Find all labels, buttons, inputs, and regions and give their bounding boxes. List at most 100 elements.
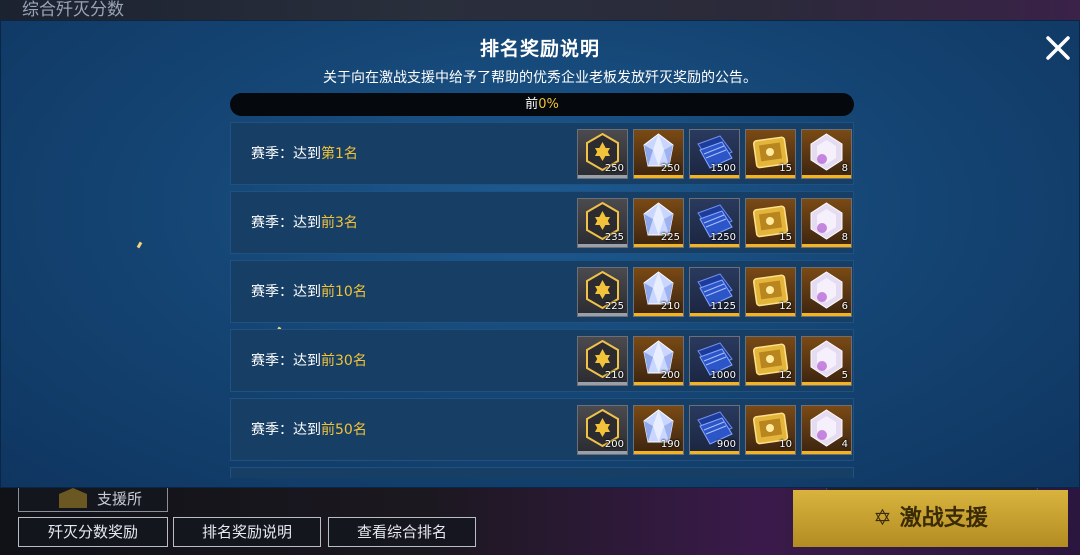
reward-item[interactable]: 225 xyxy=(577,267,628,317)
reward-items: 200 190 900 10 4 xyxy=(577,405,852,455)
season-label: 赛季：达到 xyxy=(251,215,321,231)
reward-item[interactable]: 190 xyxy=(633,405,684,455)
rank-percent-bar: 前0% xyxy=(230,93,854,116)
tab-ranking-reward-info[interactable]: 排名奖励说明 xyxy=(173,517,321,547)
rank-percent-value: 0% xyxy=(538,97,559,112)
reward-quantity: 900 xyxy=(716,439,736,450)
reward-item[interactable]: 250 xyxy=(633,129,684,179)
reward-quantity: 1125 xyxy=(710,301,736,312)
rarity-bar xyxy=(802,175,851,178)
reward-item[interactable]: 1125 xyxy=(689,267,740,317)
reward-item[interactable]: 1500 xyxy=(689,129,740,179)
reward-row-partial xyxy=(230,467,854,478)
star-badge-icon: ✡ xyxy=(873,506,892,531)
reward-quantity: 1250 xyxy=(710,232,736,243)
reward-items: 225 210 1125 12 6 xyxy=(577,267,852,317)
rarity-bar xyxy=(690,451,739,454)
reward-item[interactable]: 200 xyxy=(633,336,684,386)
reward-item[interactable]: 250 xyxy=(577,129,628,179)
rarity-bar xyxy=(634,382,683,385)
reward-items: 235 225 1250 15 8 xyxy=(577,198,852,248)
reward-quantity: 15 xyxy=(779,232,792,243)
reward-item[interactable]: 8 xyxy=(801,198,852,248)
rarity-bar xyxy=(746,313,795,316)
rarity-bar xyxy=(578,244,627,247)
reward-item[interactable]: 15 xyxy=(745,198,796,248)
reward-quantity: 8 xyxy=(841,232,848,243)
reward-item[interactable]: 4 xyxy=(801,405,852,455)
rank-requirement: 前3名 xyxy=(321,215,358,231)
rank-requirement: 前10名 xyxy=(321,284,367,300)
reward-quantity: 12 xyxy=(779,301,792,312)
reward-row-label: 赛季：达到第1名 xyxy=(251,123,358,186)
rank-requirement: 前30名 xyxy=(321,353,367,369)
reward-quantity: 8 xyxy=(841,163,848,174)
sparkle-particle xyxy=(136,241,143,249)
reward-item[interactable]: 210 xyxy=(633,267,684,317)
close-icon[interactable] xyxy=(1044,34,1072,62)
reward-quantity: 210 xyxy=(660,301,680,312)
reward-quantity: 1500 xyxy=(710,163,736,174)
reward-list[interactable]: 赛季：达到第1名 250 250 1500 15 8 赛季：达到前3名 235 xyxy=(230,122,854,478)
reward-quantity: 6 xyxy=(841,301,848,312)
reward-quantity: 15 xyxy=(779,163,792,174)
reward-items: 250 250 1500 15 8 xyxy=(577,129,852,179)
modal-title: 排名奖励说明 xyxy=(479,38,600,60)
rarity-bar xyxy=(802,244,851,247)
reward-item[interactable]: 200 xyxy=(577,405,628,455)
rarity-bar xyxy=(746,244,795,247)
support-button[interactable]: 支援所 xyxy=(18,488,168,512)
rank-requirement: 前50名 xyxy=(321,422,367,438)
reward-item[interactable]: 225 xyxy=(633,198,684,248)
reward-quantity: 1000 xyxy=(710,370,736,381)
reward-item[interactable]: 210 xyxy=(577,336,628,386)
reward-quantity: 200 xyxy=(660,370,680,381)
rank-requirement: 第1名 xyxy=(321,146,358,162)
rarity-bar xyxy=(746,451,795,454)
reward-item[interactable]: 1250 xyxy=(689,198,740,248)
emblem-icon xyxy=(59,488,87,508)
reward-item[interactable]: 5 xyxy=(801,336,852,386)
rarity-bar xyxy=(690,382,739,385)
rarity-bar xyxy=(802,451,851,454)
rank-percent-prefix: 前 xyxy=(525,97,539,112)
reward-quantity: 12 xyxy=(779,370,792,381)
reward-quantity: 235 xyxy=(604,232,624,243)
rarity-bar xyxy=(802,382,851,385)
reward-row: 赛季：达到前3名 235 225 1250 15 8 xyxy=(230,191,854,254)
reward-quantity: 10 xyxy=(779,439,792,450)
rarity-bar xyxy=(578,451,627,454)
reward-quantity: 5 xyxy=(841,370,848,381)
reward-item[interactable]: 8 xyxy=(801,129,852,179)
rarity-bar xyxy=(746,175,795,178)
reward-quantity: 4 xyxy=(841,439,848,450)
reward-quantity: 200 xyxy=(604,439,624,450)
reward-row: 赛季：达到前50名 200 190 900 10 4 xyxy=(230,398,854,461)
reward-item[interactable]: 12 xyxy=(745,267,796,317)
reward-item[interactable]: 1000 xyxy=(689,336,740,386)
reward-item[interactable]: 15 xyxy=(745,129,796,179)
rarity-bar xyxy=(634,244,683,247)
reward-row: 赛季：达到前30名 210 200 1000 12 5 xyxy=(230,329,854,392)
reward-item[interactable]: 900 xyxy=(689,405,740,455)
rarity-bar xyxy=(634,313,683,316)
ranking-reward-modal: 排名奖励说明 关于向在激战支援中给予了帮助的优秀企业老板发放歼灭奖励的公告。 前… xyxy=(0,20,1080,488)
reward-row: 赛季：达到前10名 225 210 1125 12 6 xyxy=(230,260,854,323)
fierce-battle-support-button[interactable]: ✡ 激战支援 xyxy=(793,490,1068,547)
reward-row-label: 赛季：达到前50名 xyxy=(251,399,367,462)
rarity-bar xyxy=(578,382,627,385)
reward-items: 210 200 1000 12 5 xyxy=(577,336,852,386)
reward-item[interactable]: 12 xyxy=(745,336,796,386)
tab-annihilation-reward[interactable]: 歼灭分数奖励 xyxy=(18,517,168,547)
reward-item[interactable]: 6 xyxy=(801,267,852,317)
reward-item[interactable]: 10 xyxy=(745,405,796,455)
fierce-battle-support-label: 激战支援 xyxy=(899,506,988,531)
background-top-bar xyxy=(0,0,1080,22)
reward-item[interactable]: 235 xyxy=(577,198,628,248)
rarity-bar xyxy=(690,244,739,247)
rarity-bar xyxy=(690,175,739,178)
rarity-bar xyxy=(578,175,627,178)
reward-quantity: 225 xyxy=(604,301,624,312)
support-label: 支援所 xyxy=(97,490,143,508)
tab-view-overall-ranking[interactable]: 查看综合排名 xyxy=(328,517,476,547)
